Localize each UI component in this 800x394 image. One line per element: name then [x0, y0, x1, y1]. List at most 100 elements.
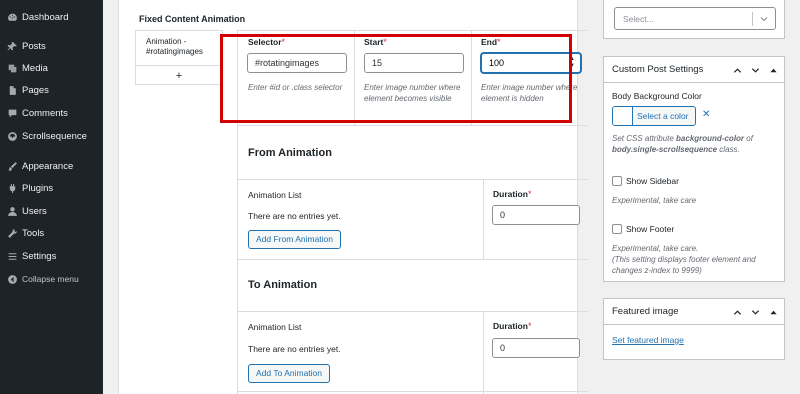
to-duration-label: Duration* — [493, 321, 532, 331]
sidebar-item-tools[interactable]: Tools — [0, 223, 103, 243]
sidebar-item-pages[interactable]: Pages — [0, 80, 103, 100]
divider — [752, 12, 753, 26]
chevron-down-icon[interactable] — [748, 299, 762, 325]
show-sidebar-label: Show Sidebar — [626, 176, 679, 186]
add-to-animation-button[interactable]: Add To Animation — [248, 364, 330, 383]
toggle-panel-icon[interactable] — [766, 299, 780, 325]
add-from-animation-button[interactable]: Add From Animation — [248, 230, 342, 249]
sidebar-item-appearance[interactable]: Appearance — [0, 156, 103, 176]
featured-image-box: Featured image Set featured image — [603, 298, 785, 360]
chevron-down-icon[interactable] — [748, 57, 762, 83]
settings-icon — [6, 250, 18, 262]
sidebar-item-label: Users — [22, 205, 47, 217]
end-hint: Enter image number where element is hidd… — [481, 83, 578, 103]
clear-color-icon[interactable]: ✕ — [702, 109, 710, 120]
add-animation-button[interactable]: + — [136, 65, 222, 85]
user-icon — [6, 205, 18, 217]
selector-input[interactable] — [247, 53, 347, 73]
chevron-up-icon[interactable] — [730, 299, 744, 325]
sidebar-item-settings[interactable]: Settings — [0, 246, 103, 266]
select-dropdown[interactable]: Select... — [614, 7, 776, 30]
sidebar-item-posts[interactable]: Posts — [0, 36, 103, 56]
show-footer-checkbox[interactable] — [612, 224, 622, 234]
sidebar-item-comments[interactable]: Comments — [0, 103, 103, 123]
selector-label: Selector* — [248, 37, 286, 47]
custom-post-settings-title: Custom Post Settings — [612, 64, 704, 75]
scroll-icon — [6, 130, 18, 142]
divider — [238, 311, 590, 312]
from-animation-list-label: Animation List — [248, 190, 302, 200]
chevron-down-icon — [760, 17, 768, 22]
to-animation-title: To Animation — [248, 279, 318, 291]
divider — [238, 259, 590, 260]
show-sidebar-hint: Experimental, take care — [612, 196, 697, 205]
comment-icon — [6, 107, 18, 119]
end-label: End* — [481, 37, 501, 47]
number-spinner-icon[interactable]: ▲ ▼ — [568, 56, 576, 70]
sidebar-item-users[interactable]: Users — [0, 201, 103, 221]
select-color-button[interactable]: Select a color — [612, 106, 696, 126]
sidebar-item-dashboard[interactable]: Dashboard — [0, 7, 103, 27]
brush-icon — [6, 160, 18, 172]
sidebar-item-label: Dashboard — [22, 11, 69, 23]
custom-post-settings-header: Custom Post Settings — [604, 57, 784, 83]
start-hint: Enter image number where element becomes… — [364, 83, 461, 103]
featured-image-header: Featured image — [604, 299, 784, 325]
main-content: Fixed Content Animation Animation - #rot… — [103, 0, 590, 394]
sidebar-item-label: Appearance — [22, 160, 74, 172]
sidebar-item-media[interactable]: Media — [0, 58, 103, 78]
animation-tab-item[interactable]: Animation - #rotatingimages — [146, 37, 218, 57]
animation-form: Selector* Enter #id or .class selector S… — [237, 30, 590, 394]
from-duration-input[interactable] — [492, 205, 580, 225]
show-footer-hint: Experimental, take care. (This setting di… — [612, 244, 756, 275]
start-input[interactable] — [364, 53, 464, 73]
divider — [238, 179, 590, 180]
animation-tab-list: Animation - #rotatingimages + — [135, 30, 223, 85]
sidebar-item-label: Tools — [22, 227, 45, 239]
dashboard-icon — [6, 11, 18, 23]
to-animation-empty: There are no entries yet. — [248, 344, 341, 354]
admin-sidebar: Dashboard Posts Media Pages Comments Scr… — [0, 0, 103, 394]
wrench-icon — [6, 227, 18, 239]
sidebar-item-label: Plugins — [22, 182, 54, 194]
divider — [483, 179, 484, 259]
sidebar-item-label: Collapse menu — [22, 274, 79, 284]
sidebar-collapse-menu[interactable]: Collapse menu — [0, 269, 103, 289]
divider — [238, 391, 590, 392]
toggle-panel-icon[interactable] — [766, 57, 780, 83]
end-input-wrapper: ▲▼ — [481, 53, 581, 73]
divider — [354, 31, 355, 125]
section-title: Fixed Content Animation — [139, 14, 246, 24]
sidebar-item-label: Scrollsequence — [22, 130, 87, 142]
fixed-content-panel: Fixed Content Animation Animation - #rot… — [118, 0, 590, 394]
select-placeholder: Select... — [623, 14, 654, 24]
from-animation-title: From Animation — [248, 147, 332, 159]
to-animation-list-label: Animation List — [248, 322, 302, 332]
divider — [483, 311, 484, 394]
right-sidebar: Select... Custom Post Settings Body Back… — [588, 0, 800, 394]
divider — [238, 125, 590, 126]
sidebar-item-label: Pages — [22, 84, 49, 96]
sidebar-item-scrollsequence[interactable]: Scrollsequence — [0, 126, 103, 146]
set-featured-image-link[interactable]: Set featured image — [612, 335, 684, 345]
show-sidebar-checkbox[interactable] — [612, 176, 622, 186]
show-footer-label: Show Footer — [626, 224, 675, 234]
sidebar-item-label: Comments — [22, 107, 68, 119]
custom-post-settings-box: Custom Post Settings Body Background Col… — [603, 56, 785, 282]
pin-icon — [6, 40, 18, 52]
from-animation-empty: There are no entries yet. — [248, 211, 341, 221]
plugin-icon — [6, 182, 18, 194]
collapse-icon — [6, 273, 18, 285]
featured-image-title: Featured image — [612, 306, 679, 317]
page-icon — [6, 84, 18, 96]
chevron-up-icon[interactable] — [730, 57, 744, 83]
sidebar-item-plugins[interactable]: Plugins — [0, 178, 103, 198]
sidebar-item-label: Media — [22, 62, 48, 74]
body-bg-hint: Set CSS attribute background-color of bo… — [612, 134, 753, 154]
end-input[interactable] — [482, 54, 566, 72]
select-color-label: Select a color — [637, 111, 689, 121]
sidebar-item-label: Settings — [22, 250, 57, 262]
from-duration-label: Duration* — [493, 189, 532, 199]
to-duration-input[interactable] — [492, 338, 580, 358]
color-swatch — [613, 107, 633, 125]
